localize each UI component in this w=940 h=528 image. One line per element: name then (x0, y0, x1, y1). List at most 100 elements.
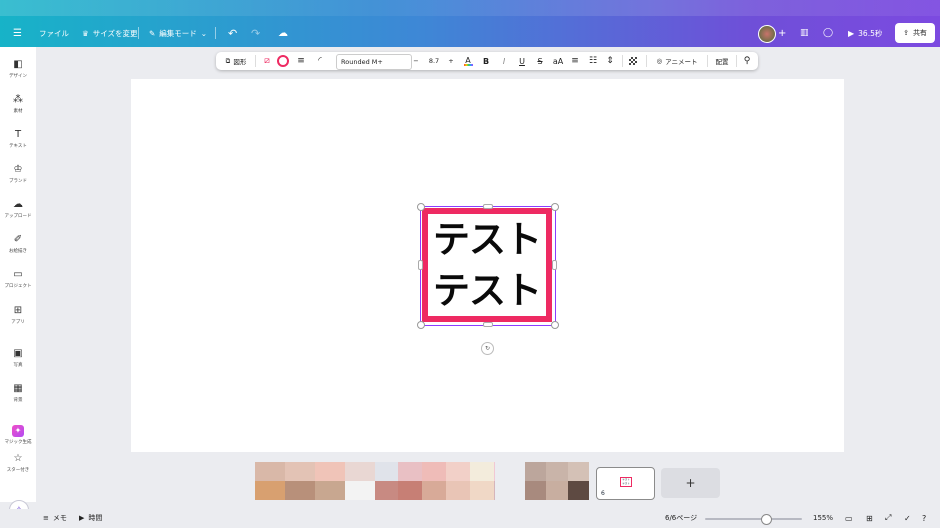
zoom-slider-track[interactable] (705, 518, 802, 520)
divider (622, 55, 623, 67)
play-icon: ▶ (848, 28, 855, 38)
animate-button[interactable]: ◎ アニメート (652, 52, 702, 70)
resize-handle-top-left[interactable] (417, 203, 425, 211)
zoom-label: 155% (813, 514, 834, 522)
blurred-page-thumbnails[interactable] (525, 462, 589, 500)
chevron-down-icon: ⌄ (200, 28, 208, 38)
list-icon[interactable]: ☷ (587, 52, 599, 70)
sidebar-item-label: デザイン (9, 74, 27, 79)
resize-handle-bottom-left[interactable] (417, 321, 425, 329)
edit-mode-button[interactable]: ✎ 編集モード ⌄ (149, 26, 207, 40)
folder-icon: ▭ (13, 269, 23, 280)
resize-handle-bottom-right[interactable] (551, 321, 559, 329)
sidebar-item-apps[interactable]: ⊞ アプリ (0, 305, 36, 326)
rotate-handle-icon[interactable]: ↻ (481, 342, 494, 355)
sidebar-item-projects[interactable]: ▭ プロジェクト (0, 269, 36, 290)
letter-case-label: aA (552, 56, 564, 66)
avatar[interactable] (758, 25, 776, 43)
resize-handle-left[interactable] (418, 260, 423, 270)
italic-button[interactable]: I (498, 52, 510, 70)
page-thumbnail-current[interactable]: テスト テスト 6 (596, 467, 655, 500)
grid-view-icon[interactable]: ⊞ (866, 512, 873, 524)
animate-label: アニメート (665, 58, 698, 66)
photo-icon: ▣ (13, 348, 23, 359)
sidebar-item-label: 背景 (13, 398, 23, 403)
help-icon[interactable]: ? (922, 512, 926, 524)
transparency-button[interactable] (627, 52, 639, 70)
sidebar-item-brand[interactable]: ♔ ブランド (0, 164, 36, 185)
page-number: 6 (601, 490, 605, 497)
sidebar-item-label: 素材 (13, 109, 23, 114)
insights-icon[interactable]: ▥ (800, 26, 809, 40)
timer-button[interactable]: ▶ 時間 (79, 512, 102, 524)
hamburger-icon[interactable]: ☰ (13, 26, 22, 40)
sidebar-item-design[interactable]: ◧ デザイン (0, 59, 36, 80)
shape-button[interactable]: ⧉ 図形 (221, 52, 251, 70)
fullscreen-icon[interactable]: ⤢ (885, 512, 891, 524)
blurred-header-area (0, 0, 940, 16)
plus-icon: + (448, 57, 454, 65)
font-size-increase[interactable]: + (446, 52, 456, 70)
sidebar-item-label: 写真 (13, 363, 23, 368)
bold-button[interactable]: B (480, 52, 492, 70)
add-page-button[interactable]: + (661, 468, 720, 498)
plus-icon: + (685, 476, 696, 490)
position-label: 配置 (715, 58, 729, 66)
share-button[interactable]: ⇪ 共有 (895, 23, 935, 43)
notes-button[interactable]: ≡ メモ (43, 512, 67, 524)
page-indicator[interactable]: 6/6ページ (665, 512, 697, 524)
resize-handle-bottom[interactable] (483, 322, 493, 327)
line-spacing-icon[interactable]: ⇕ (604, 52, 616, 70)
star-icon: ☆ (13, 453, 23, 464)
sidebar-item-starred[interactable]: ☆ スター付き (0, 453, 36, 474)
underline-button[interactable]: U (516, 52, 528, 70)
sidebar-item-magic[interactable]: ✦ マジック生成 (0, 418, 36, 446)
position-button[interactable]: 配置 (712, 52, 732, 70)
resize-handle-top[interactable] (483, 204, 493, 209)
layout-icon: ◧ (13, 59, 23, 70)
pencil-icon: ✎ (149, 28, 156, 38)
present-timer-label: 36.5秒 (858, 28, 883, 38)
sidebar-item-upload[interactable]: ☁ アップロード (0, 199, 36, 220)
fill-color-none-icon[interactable]: ⧄ (260, 52, 274, 70)
context-toolbar: ⧉ 図形 ⧄ ≡ ◜ Rounded M+ − 8.7 + A B I U S a… (216, 52, 758, 70)
undo-icon[interactable]: ↶ (228, 26, 237, 40)
sidebar-item-draw[interactable]: ✐ お絵描き (0, 234, 36, 255)
font-family-select[interactable]: Rounded M+ (336, 54, 412, 70)
align-center-icon[interactable]: ≡ (569, 52, 581, 70)
comment-icon[interactable]: ◯ (823, 26, 833, 40)
sidebar-item-photos[interactable]: ▣ 写真 (0, 348, 36, 369)
share-icon: ⇪ (903, 29, 909, 37)
zoom-percentage[interactable]: 155% (813, 512, 833, 524)
file-menu-label: ファイル (39, 28, 69, 38)
sidebar-item-elements[interactable]: ⁂ 素材 (0, 94, 36, 115)
top-bar: ☰ ファイル ♛ サイズを変更 ✎ 編集モード ⌄ ↶ ↷ ☁ + ▥ ◯ ▶ 36.5… (0, 0, 940, 47)
paint-format-icon[interactable]: ⚲ (740, 52, 754, 70)
color-rainbow-bar (463, 63, 473, 66)
file-menu[interactable]: ファイル (39, 26, 69, 40)
present-button[interactable]: ▶ 36.5秒 (848, 26, 882, 40)
edit-mode-label: 編集モード (159, 28, 197, 38)
letter-case-button[interactable]: aA (551, 52, 565, 70)
font-size-input[interactable]: 8.7 (424, 52, 444, 70)
add-collaborator-icon[interactable]: + (778, 26, 786, 40)
sidebar-item-label: ブランド (9, 179, 27, 184)
italic-label: I (502, 56, 506, 66)
font-size-decrease[interactable]: − (411, 52, 421, 70)
cloud-save-icon[interactable]: ☁ (278, 26, 288, 40)
border-color-button[interactable] (276, 52, 290, 70)
redo-icon[interactable]: ↷ (251, 26, 260, 40)
border-style-icon[interactable]: ≡ (294, 52, 308, 70)
resize-button[interactable]: ♛ サイズを変更 (82, 26, 138, 40)
blurred-page-thumbnails[interactable] (398, 462, 494, 500)
resize-handle-right[interactable] (552, 260, 557, 270)
text-color-button[interactable]: A (462, 52, 474, 70)
page-view-icon[interactable]: ▭ (845, 512, 853, 524)
check-icon[interactable]: ✓ (904, 512, 911, 524)
sidebar-item-text[interactable]: T テキスト (0, 129, 36, 150)
timer-label: 時間 (88, 514, 103, 522)
corner-rounding-icon[interactable]: ◜ (313, 52, 327, 70)
strikethrough-button[interactable]: S (534, 52, 546, 70)
resize-handle-top-right[interactable] (551, 203, 559, 211)
sidebar-item-background[interactable]: ▦ 背景 (0, 383, 36, 404)
